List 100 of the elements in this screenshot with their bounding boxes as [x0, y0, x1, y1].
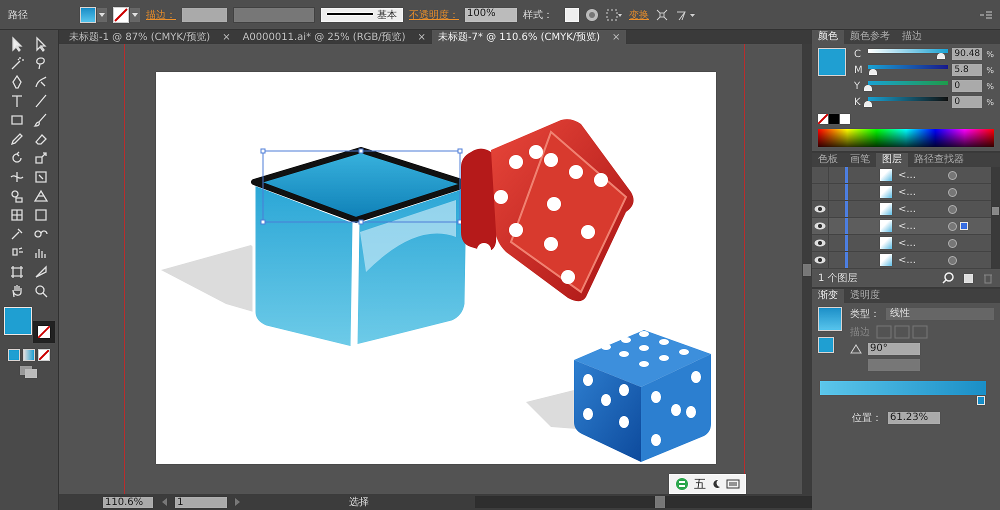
- gradient-preview-swatch[interactable]: [818, 307, 842, 331]
- default-swatch[interactable]: [829, 114, 839, 124]
- target-circle-icon[interactable]: [948, 170, 957, 180]
- layer-row[interactable]: <...: [812, 235, 991, 252]
- panel-tab[interactable]: 描边: [896, 30, 928, 44]
- slider-thumb[interactable]: [868, 69, 877, 75]
- artboard-number-dropdown[interactable]: 1: [175, 496, 228, 508]
- target-circle-icon[interactable]: [948, 256, 957, 264]
- current-tool-status[interactable]: 选择: [249, 495, 470, 509]
- gradient-slider[interactable]: [820, 381, 986, 405]
- zoom-icon[interactable]: [33, 283, 49, 299]
- angle-field[interactable]: 90°: [868, 343, 920, 355]
- eye-icon[interactable]: [814, 256, 826, 264]
- color-mode-icon[interactable]: [8, 349, 20, 361]
- aspect-ratio-field[interactable]: [868, 359, 920, 371]
- layer-row[interactable]: <...: [812, 167, 991, 184]
- none-swatch[interactable]: [818, 114, 828, 124]
- pencil-icon[interactable]: [9, 131, 25, 147]
- close-tab-button[interactable]: ×: [612, 32, 620, 42]
- moon-icon[interactable]: [711, 479, 721, 489]
- stroke-color-swatch[interactable]: [33, 321, 55, 343]
- panel-tab[interactable]: 画笔: [844, 153, 876, 167]
- close-tab-button[interactable]: ×: [222, 32, 231, 42]
- panel-tab[interactable]: 颜色: [812, 30, 844, 44]
- width-tool-icon[interactable]: [9, 169, 25, 185]
- style-swatch[interactable]: [565, 8, 579, 22]
- fill-color-swatch[interactable]: [4, 307, 32, 335]
- scale-icon[interactable]: [33, 150, 49, 166]
- channel-value-field[interactable]: 0: [952, 80, 982, 92]
- panel-tab[interactable]: 透明度: [844, 289, 886, 303]
- panel-tab[interactable]: 色板: [812, 153, 844, 167]
- perspective-grid-icon[interactable]: [33, 188, 49, 204]
- align-grid-icon[interactable]: [605, 8, 623, 22]
- document-tab[interactable]: 未标题-1 @ 87% (CMYK/预览) ×: [63, 30, 237, 44]
- close-tab-button[interactable]: ×: [418, 32, 426, 42]
- type-tool-icon[interactable]: [9, 93, 25, 109]
- new-layer-icon[interactable]: [962, 272, 974, 284]
- panel-tab[interactable]: 颜色参考: [844, 30, 896, 44]
- stroke-link[interactable]: 描边：: [146, 8, 176, 22]
- channel-value-field[interactable]: 5.8: [952, 64, 982, 76]
- target-circle-icon[interactable]: [948, 222, 957, 230]
- free-transform-icon[interactable]: [33, 169, 49, 185]
- channel-value-field[interactable]: 90.48: [952, 48, 982, 60]
- layer-row[interactable]: <...: [812, 218, 991, 235]
- gradient-type-dropdown[interactable]: 线性: [886, 308, 994, 320]
- target-circle-icon[interactable]: [948, 204, 957, 214]
- panel-tab[interactable]: 渐变: [812, 289, 844, 303]
- stroke-style-dropdown[interactable]: 基本: [321, 8, 403, 22]
- channel-value-field[interactable]: 0: [952, 96, 982, 108]
- zoom-dropdown[interactable]: 110.6%: [103, 496, 154, 508]
- panel-tab[interactable]: 图层: [876, 153, 908, 167]
- document-tab[interactable]: A0000011.ai* @ 25% (RGB/预览) ×: [236, 30, 432, 44]
- eye-icon[interactable]: [814, 222, 826, 230]
- keyboard-icon[interactable]: [726, 479, 740, 489]
- artboard-icon[interactable]: [9, 264, 25, 280]
- gradient-stop[interactable]: [977, 396, 986, 405]
- slider-thumb[interactable]: [864, 85, 872, 91]
- slider-thumb[interactable]: [936, 53, 945, 59]
- none-mode-icon[interactable]: [38, 349, 50, 361]
- horizontal-scrollbar[interactable]: [475, 496, 812, 508]
- recolor-icon[interactable]: [585, 8, 599, 22]
- ime-logo-icon[interactable]: [675, 477, 689, 491]
- eye-icon[interactable]: [814, 205, 826, 213]
- eyedropper-icon[interactable]: [9, 226, 25, 242]
- color-spectrum[interactable]: [818, 129, 994, 147]
- slice-icon[interactable]: [33, 264, 49, 280]
- line-segment-icon[interactable]: [33, 93, 49, 109]
- opacity-link[interactable]: 不透明度：: [409, 8, 459, 22]
- location-field[interactable]: 61.23%: [888, 412, 940, 424]
- transform-icon[interactable]: [655, 8, 669, 22]
- eye-icon[interactable]: [814, 239, 826, 247]
- transform-link[interactable]: 变换: [629, 8, 649, 22]
- vertical-scrollbar[interactable]: [802, 44, 812, 494]
- fill-stroke-swatch[interactable]: [818, 337, 834, 353]
- gradient-icon[interactable]: [33, 207, 49, 223]
- default-swatch[interactable]: [840, 114, 850, 124]
- mesh-icon[interactable]: [9, 207, 25, 223]
- slider-thumb[interactable]: [864, 101, 872, 107]
- input-mode-toggle[interactable]: 五: [694, 476, 706, 492]
- search-icon[interactable]: [942, 272, 954, 284]
- curvature-pen-icon[interactable]: [33, 74, 49, 90]
- paintbrush-icon[interactable]: [33, 112, 49, 128]
- target-circle-icon[interactable]: [948, 188, 957, 196]
- color-slider[interactable]: [868, 65, 948, 75]
- layer-row[interactable]: <...: [812, 184, 991, 201]
- panel-tab[interactable]: 路径查找器: [908, 153, 970, 167]
- panel-menu-icon[interactable]: [980, 10, 992, 20]
- stroke-none-swatch[interactable]: [113, 6, 129, 22]
- color-slider[interactable]: [868, 49, 948, 59]
- current-color-swatch[interactable]: [818, 48, 846, 76]
- layers-scrollbar[interactable]: [991, 167, 1000, 269]
- screen-mode-icon[interactable]: [19, 365, 39, 379]
- layer-row[interactable]: <...: [812, 252, 991, 269]
- target-circle-icon[interactable]: [948, 238, 957, 248]
- magic-wand-icon[interactable]: [9, 55, 25, 71]
- shape-builder-icon[interactable]: [9, 188, 25, 204]
- document-tab[interactable]: 未标题-7* @ 110.6% (CMYK/预览) ×: [432, 30, 626, 44]
- fill-swatch[interactable]: [80, 6, 96, 22]
- opacity-field[interactable]: 100%: [465, 8, 517, 22]
- stroke-weight-field[interactable]: [182, 8, 227, 22]
